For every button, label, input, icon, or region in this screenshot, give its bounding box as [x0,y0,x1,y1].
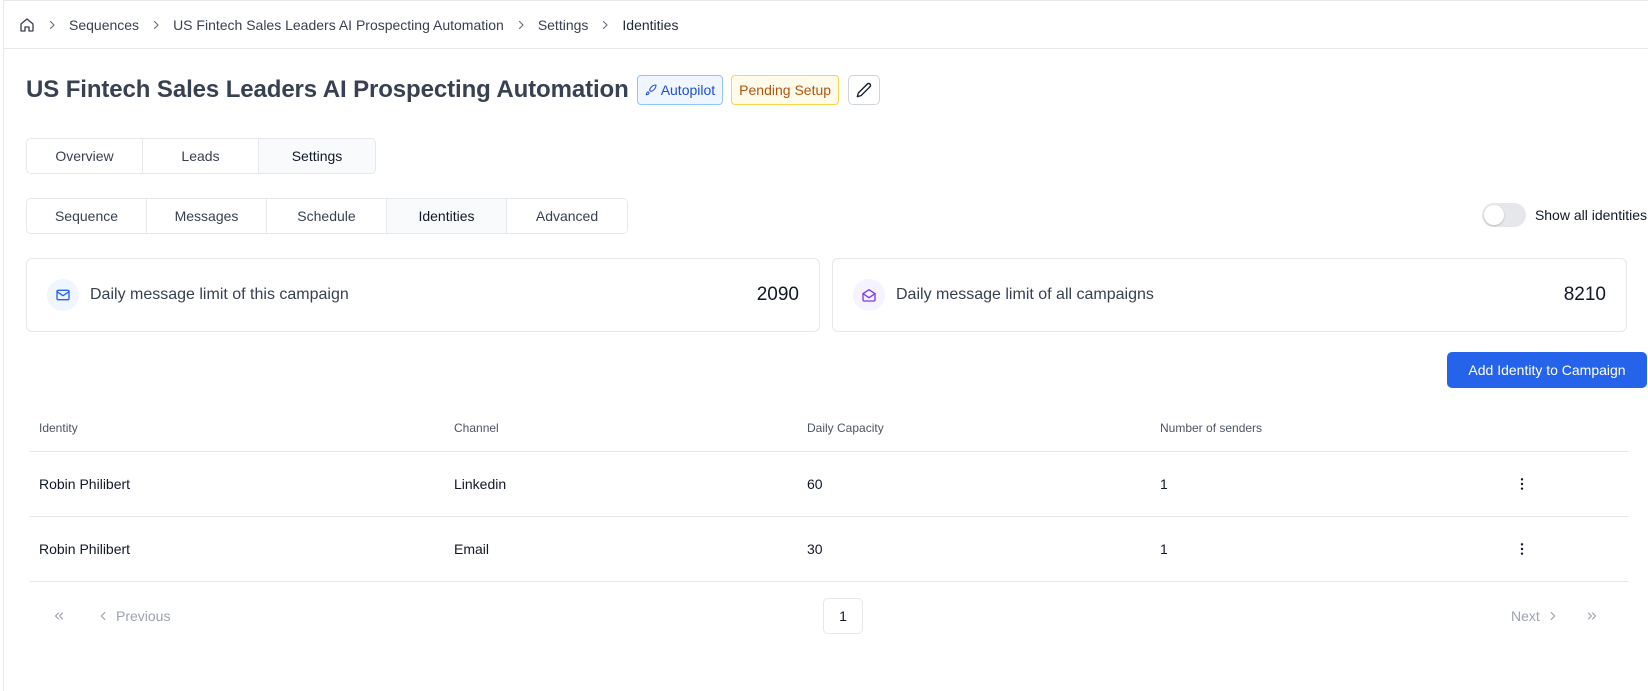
autopilot-badge: Autopilot [636,75,724,105]
column-header-identity[interactable]: Identity [30,421,445,435]
breadcrumb-settings[interactable]: Settings [538,17,589,33]
autopilot-badge-label: Autopilot [660,82,716,98]
page-title: US Fintech Sales Leaders AI Prospecting … [26,76,629,103]
tab-overview[interactable]: Overview [27,139,143,173]
edit-title-button[interactable] [848,75,881,105]
chevrons-left-icon [54,612,64,620]
home-icon[interactable] [19,17,35,33]
rocket-icon [645,84,657,96]
pencil-icon [856,82,872,98]
column-header-number-of-senders[interactable]: Number of senders [1151,421,1511,435]
last-page-button[interactable] [1585,598,1599,634]
tab-advanced[interactable]: Advanced [507,199,627,233]
actions-cell [1511,538,1628,560]
app-frame: Sequences US Fintech Sales Leaders AI Pr… [3,0,1648,691]
toggle-knob [1483,205,1504,225]
chevron-right-icon [1550,611,1556,621]
chevrons-right-icon [1587,612,1597,620]
senders-cell: 1 [1160,541,1168,557]
all-campaigns-limit-card: Daily message limit of all campaigns 821… [832,258,1627,332]
previous-page-button[interactable]: Previous [96,598,170,634]
chevron-right-icon [139,19,173,31]
breadcrumb-identities: Identities [622,16,679,33]
daily-capacity-cell: 60 [807,476,823,492]
identity-cell: Robin Philibert [39,476,131,492]
mail-open-icon [853,279,885,311]
show-all-identities: Show all identities [1481,203,1647,227]
mail-icon [47,279,79,311]
identities-table: Identity Channel Daily Capacity Number o… [30,404,1628,582]
all-campaigns-limit-label: Daily message limit of all campaigns [896,286,1154,303]
tab-settings[interactable]: Settings [259,139,375,173]
tab-identities[interactable]: Identities [387,199,507,233]
row-menu-button[interactable] [1511,473,1533,495]
column-header-channel[interactable]: Channel [445,421,798,435]
show-all-identities-toggle[interactable] [1481,203,1526,227]
page-number-button[interactable]: 1 [823,598,863,634]
campaign-limit-card: Daily message limit of this campaign 209… [26,258,820,332]
status-badge: Pending Setup [731,75,840,105]
senders-cell: 1 [1160,476,1168,492]
column-header-daily-capacity[interactable]: Daily Capacity [798,421,1151,435]
show-all-identities-label: Show all identities [1534,207,1647,223]
tab-leads[interactable]: Leads [143,139,259,173]
channel-cell: Linkedin [454,476,507,492]
actions-cell [1511,473,1628,495]
table-header: Identity Channel Daily Capacity Number o… [30,404,1628,452]
daily-capacity-cell: 30 [807,541,823,557]
previous-page-label: Previous [116,608,171,624]
pagination: Previous 1 Next [30,598,1628,634]
main-tabs: Overview Leads Settings [26,138,376,174]
next-page-label: Next [1511,608,1540,624]
chevron-right-icon [588,19,622,31]
page-header: US Fintech Sales Leaders AI Prospecting … [26,73,881,107]
table-row[interactable]: Robin Philibert Linkedin 60 1 [30,452,1628,517]
table-row[interactable]: Robin Philibert Email 30 1 [30,517,1628,582]
more-vertical-icon [1520,478,1524,490]
campaign-limit-label: Daily message limit of this campaign [90,286,349,303]
channel-cell: Email [454,541,490,557]
chevron-left-icon [100,611,106,621]
first-page-button[interactable] [52,598,66,634]
settings-tabs: Sequence Messages Schedule Identities Ad… [26,198,628,234]
tab-schedule[interactable]: Schedule [267,199,387,233]
campaign-limit-value: 2090 [756,284,799,305]
chevron-right-icon [35,19,69,31]
tab-sequence[interactable]: Sequence [27,199,147,233]
next-page-button[interactable]: Next [1511,598,1560,634]
breadcrumb-campaign[interactable]: US Fintech Sales Leaders AI Prospecting … [173,17,504,33]
all-campaigns-limit-value: 8210 [1563,284,1606,305]
more-vertical-icon [1520,543,1524,555]
breadcrumb: Sequences US Fintech Sales Leaders AI Pr… [4,1,1648,49]
chevron-right-icon [504,19,538,31]
row-menu-button[interactable] [1511,538,1533,560]
breadcrumb-sequences[interactable]: Sequences [69,17,139,33]
add-identity-button[interactable]: Add Identity to Campaign [1447,352,1647,388]
identity-cell: Robin Philibert [39,541,131,557]
tab-messages[interactable]: Messages [147,199,267,233]
